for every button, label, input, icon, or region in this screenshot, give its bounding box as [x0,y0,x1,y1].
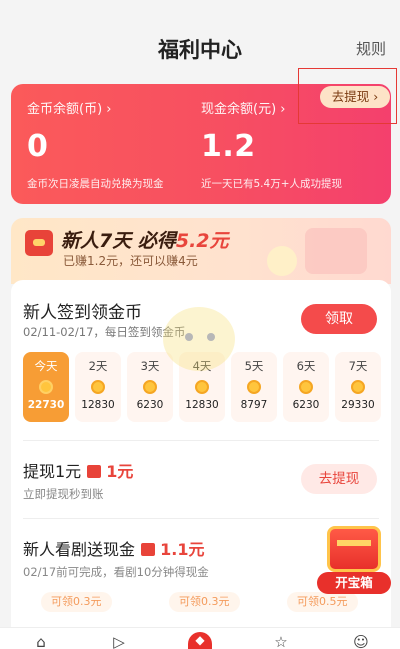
coin-icon [91,380,105,394]
coin-icon [195,380,209,394]
claim-button[interactable]: 领取 [301,304,377,334]
promo-subtitle: 已赚1.2元，还可以赚4元 [63,254,198,268]
signin-day-amount: 6230 [136,399,164,411]
promo-headline-amount: 5.2元 [175,230,229,252]
rules-link[interactable]: 规则 [356,38,386,59]
signin-desc: 02/11-02/17，每日签到领金币 [23,325,186,339]
signin-day-1[interactable]: 今天 22730 [23,352,69,422]
promo-headline-prefix: 新人7天 必得 [61,230,176,252]
red-envelope-icon [141,543,156,556]
red-envelope-icon [25,230,53,256]
video-reward-tag: 可领0.3元 [41,592,112,612]
signin-day-3[interactable]: 3天 6230 [127,352,173,422]
coin-balance[interactable]: 金币余额(币) › 0 金币次日凌晨自动兑换为现金 [27,98,164,191]
signin-day-amount: 8797 [240,399,268,411]
bottom-tab-bar: ⌂ ▷ ◆ ☆ ☺ [0,627,400,649]
coin-balance-value: 0 [27,129,49,164]
cash-balance-note: 近一天已有5.4万+人成功提现 [201,178,342,190]
treasure-chest-label: 开宝箱 [317,572,391,594]
divider [23,440,379,441]
coin-icon [247,380,261,394]
video-task-title-text: 新人看剧送现金 [23,540,136,559]
welfare-tab-icon[interactable]: ◆ [188,632,212,649]
promo-headline: 新人7天 必得5.2元 [61,226,229,253]
coin-decoration-icon [267,246,297,276]
treasure-chest-icon [327,526,381,572]
signin-day-amount: 6230 [292,399,320,411]
treasure-chest-button[interactable]: 开宝箱 [317,524,391,596]
video-icon[interactable]: ▷ [108,634,130,649]
coin-icon [39,380,53,394]
cash-balance-value: 1.2 [201,129,256,164]
video-task-desc: 02/17前可完成，看剧10分钟得现金 [23,565,209,579]
signin-day-amount: 12830 [81,399,115,411]
signin-day-label: 4天 [192,359,212,373]
withdraw-task-button[interactable]: 去提现 [301,464,377,494]
signin-days: 今天 22730 2天 12830 3天 6230 4天 12830 5天 87… [23,352,381,422]
video-task-title: 新人看剧送现金 1.1元 [23,536,204,560]
newbie-promo-banner[interactable]: 新人7天 必得5.2元 已赚1.2元，还可以赚4元 [11,218,391,284]
signin-day-4[interactable]: 4天 12830 [179,352,225,422]
highlight-box [298,68,397,124]
signin-day-label: 7天 [348,359,368,373]
signin-day-amount: 12830 [185,399,219,411]
page-title: 福利中心 [158,38,242,62]
home-icon[interactable]: ⌂ [30,634,52,649]
signin-day-label: 3天 [140,359,160,373]
video-task-reward: 1.1元 [160,540,205,559]
signin-day-2[interactable]: 2天 12830 [75,352,121,422]
star-icon[interactable]: ☆ [270,634,292,649]
withdraw-task-title: 提现1元 1元 [23,458,133,482]
red-envelope-icon [87,465,102,478]
coin-balance-label: 金币余额(币) › [27,102,112,117]
red-envelope-decoration-icon [305,228,367,274]
signin-day-label: 6天 [296,359,316,373]
withdraw-task-title-text: 提现1元 [23,462,82,481]
signin-day-6[interactable]: 6天 6230 [283,352,329,422]
coin-balance-note: 金币次日凌晨自动兑换为现金 [27,178,164,190]
signin-day-amount: 29330 [341,399,375,411]
withdraw-task-reward: 1元 [106,462,134,481]
profile-icon[interactable]: ☺ [350,634,372,649]
signin-day-7[interactable]: 7天 29330 [335,352,381,422]
signin-day-5[interactable]: 5天 8797 [231,352,277,422]
withdraw-task-desc: 立即提现秒到账 [23,487,104,501]
video-reward-tag: 可领0.3元 [169,592,240,612]
signin-day-amount: 22730 [27,399,65,411]
signin-day-label: 今天 [34,359,58,373]
signin-title: 新人签到领金币 [23,303,142,323]
treasure-chest-lid [337,540,371,546]
signin-day-label: 2天 [88,359,108,373]
signin-day-label: 5天 [244,359,264,373]
divider [23,518,379,519]
coin-icon [299,380,313,394]
coin-icon [143,380,157,394]
coin-icon [351,380,365,394]
